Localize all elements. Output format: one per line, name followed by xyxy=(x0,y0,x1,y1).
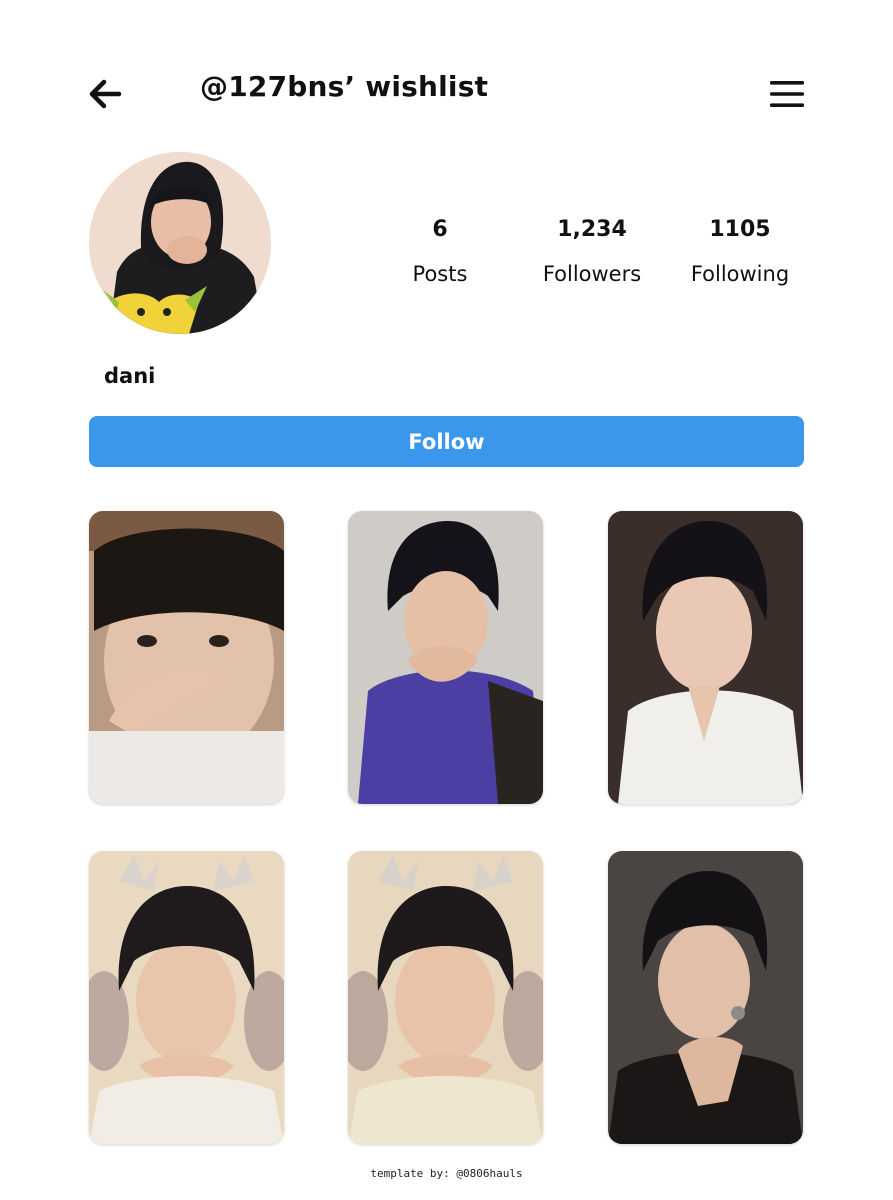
photocard-image xyxy=(89,511,284,804)
arrow-left-icon xyxy=(89,79,122,109)
posts-count: 6 xyxy=(432,217,448,242)
menu-button[interactable] xyxy=(769,80,805,108)
back-button[interactable] xyxy=(88,78,122,110)
photocard-image xyxy=(348,511,543,804)
photocard-image xyxy=(608,851,803,1144)
post-thumbnail-4[interactable] xyxy=(89,851,284,1144)
follow-button[interactable]: Follow xyxy=(89,416,804,467)
stat-followers[interactable]: 1,234 Followers xyxy=(522,217,662,286)
hamburger-menu-icon xyxy=(770,81,804,107)
stat-posts[interactable]: 6 Posts xyxy=(370,217,510,286)
posts-label: Posts xyxy=(412,262,468,286)
photocard-image xyxy=(89,851,284,1144)
template-credit: template by: @0806hauls xyxy=(370,1167,523,1180)
profile-username: dani xyxy=(104,364,156,388)
photocard-image xyxy=(348,851,543,1144)
stat-following[interactable]: 1105 Following xyxy=(670,217,810,286)
followers-label: Followers xyxy=(542,262,642,286)
post-thumbnail-5[interactable] xyxy=(348,851,543,1144)
post-thumbnail-2[interactable] xyxy=(348,511,543,804)
followers-count: 1,234 xyxy=(557,217,627,242)
post-thumbnail-3[interactable] xyxy=(608,511,803,804)
post-thumbnail-1[interactable] xyxy=(89,511,284,804)
avatar[interactable] xyxy=(89,152,271,334)
page-title: @127bns’ wishlist xyxy=(200,70,489,103)
photocard-image xyxy=(608,511,803,804)
profile-photo xyxy=(89,152,271,334)
following-count: 1105 xyxy=(709,217,771,242)
post-thumbnail-6[interactable] xyxy=(608,851,803,1144)
following-label: Following xyxy=(690,262,790,286)
